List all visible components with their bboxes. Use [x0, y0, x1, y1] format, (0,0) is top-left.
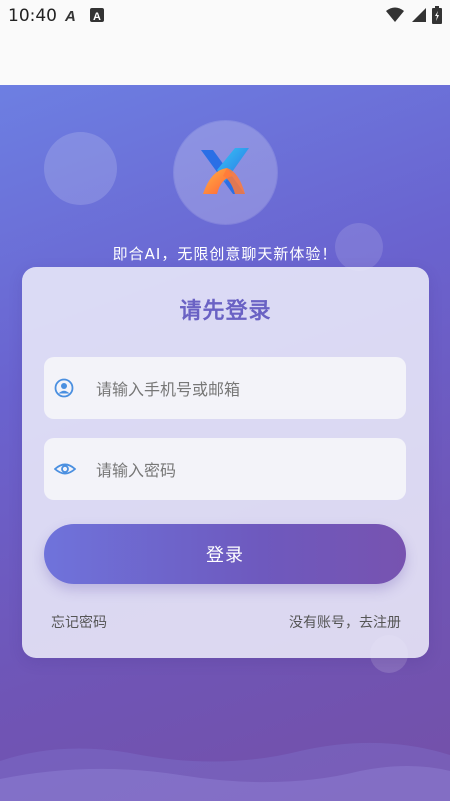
status-time: 10:40 — [8, 6, 57, 26]
app-logo — [174, 121, 277, 224]
login-button[interactable]: 登录 — [44, 524, 406, 584]
decor-bubble — [44, 132, 117, 205]
password-input[interactable] — [94, 438, 398, 502]
password-field[interactable] — [44, 438, 406, 502]
battery-icon — [432, 6, 442, 24]
status-system-icons — [386, 6, 442, 24]
login-card: 请先登录 登录 忘记密码 没有账号，去注册 — [22, 267, 429, 658]
account-input[interactable] — [94, 357, 398, 421]
signal-icon — [412, 8, 426, 22]
x-logo-icon — [201, 148, 249, 194]
wifi-icon — [386, 7, 404, 22]
register-link[interactable]: 没有账号，去注册 — [289, 612, 401, 632]
user-circle-icon — [54, 378, 74, 398]
decor-wave — [0, 742, 450, 801]
app-top-bar — [0, 32, 450, 85]
status-bar: 10:40 A A — [0, 0, 450, 32]
status-notification-icons: A A — [64, 7, 104, 23]
app-slogan: 即合AI，无限创意聊天新体验！ — [112, 245, 338, 263]
svg-text:A: A — [64, 8, 76, 23]
login-background: 即合AI，无限创意聊天新体验！ 请先登录 登录 忘记密码 没有账号，去注册 — [0, 85, 450, 801]
font-a-icon: A — [64, 8, 76, 23]
login-title: 请先登录 — [179, 299, 272, 324]
svg-text:A: A — [93, 11, 101, 22]
forgot-password-link[interactable]: 忘记密码 — [51, 612, 107, 632]
eye-icon[interactable] — [54, 459, 76, 479]
account-field[interactable] — [44, 357, 406, 421]
app-a-icon: A — [90, 8, 104, 22]
